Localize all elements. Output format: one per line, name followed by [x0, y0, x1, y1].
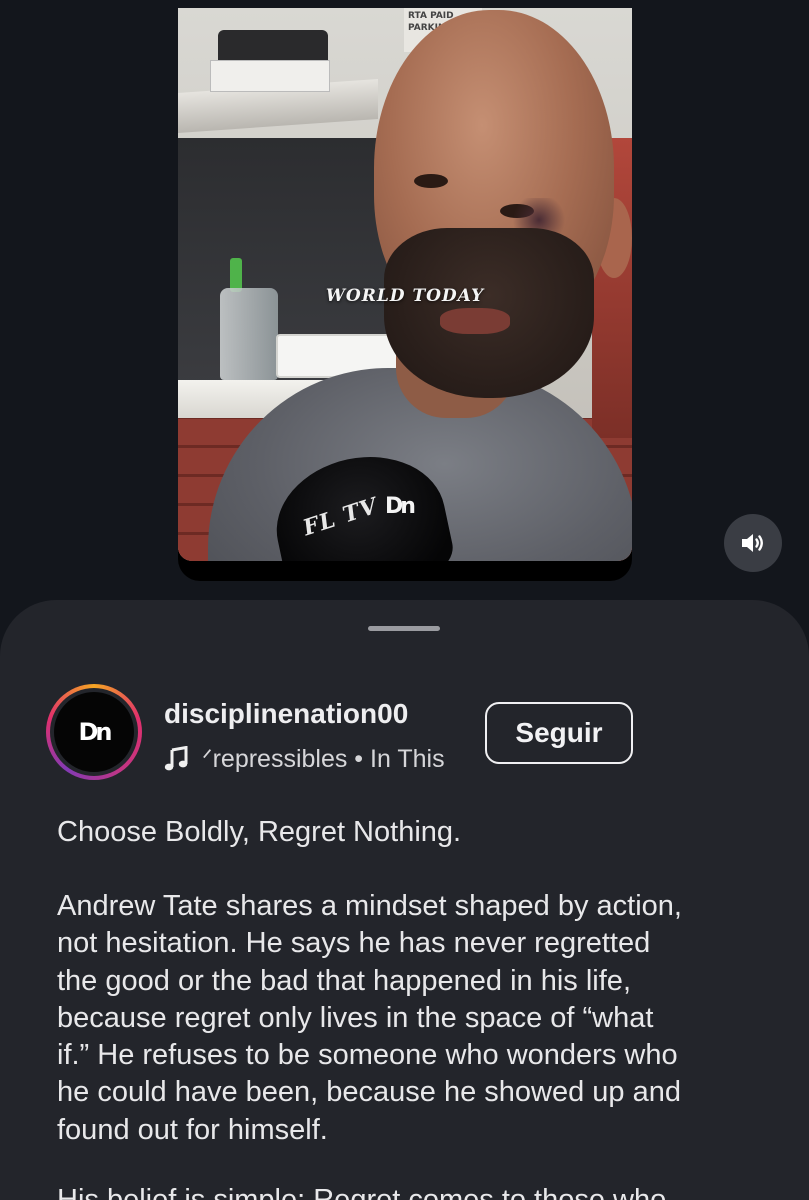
- caption-line: because regret only lives in the space o…: [57, 1001, 654, 1034]
- avatar-story-ring[interactable]: Dn: [46, 684, 142, 780]
- caption-next-paragraph: His belief is simple: Regret comes to th…: [57, 1184, 667, 1200]
- reel-screen: RTA PAID PARKING FL TV Dn WORLD TODAY Dn…: [0, 0, 809, 1200]
- caption-title: Choose Boldly, Regret Nothing.: [57, 816, 462, 848]
- speaker-icon: [742, 534, 763, 552]
- video-player[interactable]: RTA PAID PARKING FL TV Dn WORLD TODAY: [178, 8, 632, 581]
- caption-line: the good or the bad that happened in his…: [57, 964, 631, 997]
- caption-line: found out for himself.: [57, 1113, 328, 1146]
- sheet-drag-handle[interactable]: [368, 626, 440, 631]
- audio-track-link[interactable]: ᐟrepressibles • In This: [164, 742, 464, 776]
- username-link[interactable]: disciplinenation00: [164, 698, 408, 730]
- caption-line: he could have been, because he showed up…: [57, 1076, 681, 1109]
- caption-sheet[interactable]: Dn disciplinenation00 ᐟrepressibles • In…: [0, 600, 809, 1200]
- video-frame-image: RTA PAID PARKING FL TV Dn WORLD TODAY: [178, 8, 632, 561]
- audio-track-title: ᐟrepressibles • In This: [202, 745, 445, 773]
- follow-button[interactable]: Seguir: [485, 702, 633, 764]
- video-watermark: Dn: [385, 494, 416, 519]
- volume-button[interactable]: [724, 514, 782, 572]
- caption-line: Andrew Tate shares a mindset shaped by a…: [57, 890, 682, 922]
- avatar: Dn: [54, 692, 134, 772]
- music-note-icon: [164, 744, 192, 774]
- caption-line: not hesitation. He says he has never reg…: [57, 927, 651, 960]
- caption-body: Andrew Tate shares a mindset shaped by a…: [57, 888, 777, 1149]
- video-overlay-caption: WORLD TODAY: [325, 286, 485, 306]
- caption-line: if.” He refuses to be someone who wonder…: [57, 1039, 678, 1072]
